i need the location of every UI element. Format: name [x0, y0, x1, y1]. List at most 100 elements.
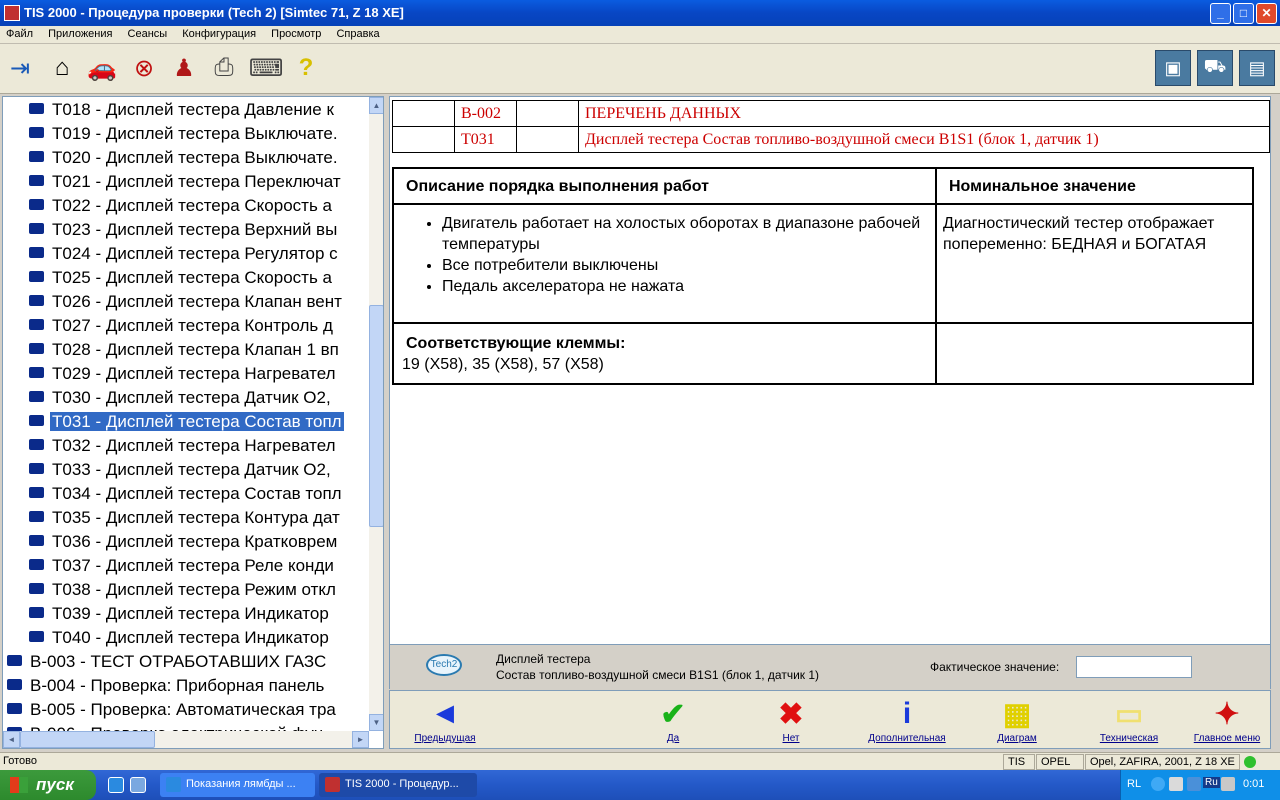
tree-item[interactable]: T034 - Дисплей тестера Состав топл	[29, 482, 369, 506]
tis-module-icon[interactable]: ▤	[1239, 50, 1275, 86]
status-segment-vehicle: Opel, ZAFIRA, 2001, Z 18 XE	[1085, 754, 1240, 770]
tree-item-label: T035 - Дисплей тестера Контура дат	[52, 508, 340, 527]
no-icon: ✖	[778, 697, 804, 731]
minimize-button[interactable]: _	[1210, 3, 1231, 24]
no-button[interactable]: ✖ Нет	[736, 695, 846, 748]
menu-help[interactable]: Справка	[330, 26, 385, 40]
scroll-thumb-horizontal[interactable]	[20, 731, 155, 748]
scroll-thumb[interactable]	[369, 305, 383, 527]
status-bar: Готово TIS OPEL Opel, ZAFIRA, 2001, Z 18…	[0, 752, 1280, 770]
menu-file[interactable]: Файл	[0, 26, 39, 40]
procedure-tree[interactable]: T018 - Дисплей тестера Давление к T019 - …	[2, 96, 384, 749]
main-menu-button[interactable]: ✦ Главное меню	[1172, 695, 1270, 748]
tree-item[interactable]: T022 - Дисплей тестера Скорость а	[29, 194, 369, 218]
tree-item[interactable]: T019 - Дисплей тестера Выключате.	[29, 122, 369, 146]
task-lambda-readings[interactable]: Показания лямбды ...	[160, 773, 315, 797]
tree-item-label: T020 - Дисплей тестера Выключате.	[52, 148, 338, 167]
tree-item[interactable]: T040 - Дисплей тестера Индикатор	[29, 626, 369, 650]
vehicle-icon[interactable]: 🚗	[86, 52, 118, 84]
folder-icon	[29, 343, 44, 355]
folder-icon	[29, 535, 44, 547]
tree-item[interactable]: B-003 - ТЕСТ ОТРАБОТАВШИХ ГАЗС	[7, 650, 369, 674]
technical-info-button[interactable]: ▭ Техническая	[1074, 695, 1184, 748]
tree-horizontal-scrollbar[interactable]: ◄ ►	[3, 731, 369, 748]
yes-button[interactable]: ✔ Да	[618, 695, 728, 748]
section-code: B-002	[454, 100, 517, 127]
tree-item[interactable]: B-005 - Проверка: Автоматическая тра	[7, 698, 369, 722]
tree-item[interactable]: T025 - Дисплей тестера Скорость а	[29, 266, 369, 290]
stop-icon[interactable]: ⊗	[128, 52, 160, 84]
additional-info-button[interactable]: i Дополнительная	[852, 695, 962, 748]
main-menu-icon: ✦	[1214, 697, 1240, 731]
nav-button-label: Предыдущая	[414, 733, 476, 744]
nominal-value: Диагностический тестер отображает попере…	[935, 203, 1254, 324]
ie-icon	[166, 777, 181, 792]
tree-item[interactable]: B-004 - Проверка: Приборная панель	[7, 674, 369, 698]
tree-item[interactable]: T018 - Дисплей тестера Давление к	[29, 98, 369, 122]
additional-info-icon: i	[902, 697, 912, 730]
vehicle-diagnostics-icon[interactable]: ⛟	[1197, 50, 1233, 86]
tree-item[interactable]: T026 - Дисплей тестера Клапан вент	[29, 290, 369, 314]
explorer-quicklaunch-icon[interactable]	[130, 777, 146, 793]
tree-item[interactable]: T037 - Дисплей тестера Реле конди	[29, 554, 369, 578]
home-icon[interactable]: ⌂	[46, 52, 78, 84]
menu-view[interactable]: Просмотр	[265, 26, 327, 40]
tree-item[interactable]: T023 - Дисплей тестера Верхний вы	[29, 218, 369, 242]
ie-quicklaunch-icon[interactable]	[108, 777, 124, 793]
tray-volume-icon[interactable]	[1221, 777, 1235, 791]
menu-applications[interactable]: Приложения	[42, 26, 118, 40]
actual-value-input[interactable]	[1076, 656, 1192, 678]
tester-display-icon: Tech2	[426, 654, 462, 676]
nav-button-label: Главное меню	[1193, 733, 1261, 744]
keyboard-layout-indicator[interactable]: Ru	[1203, 777, 1220, 788]
help-icon[interactable]: ?	[290, 52, 322, 84]
previous-button[interactable]: ◄ Предыдущая	[390, 695, 500, 748]
keyboard-icon[interactable]: ⌨	[249, 52, 284, 84]
tray-network-icon[interactable]	[1169, 777, 1183, 791]
print-icon[interactable]: ⎙	[208, 52, 240, 84]
tree-item[interactable]: T036 - Дисплей тестера Кратковрем	[29, 530, 369, 554]
tree-item-label: T037 - Дисплей тестера Реле конди	[52, 556, 334, 575]
tree-item[interactable]: T028 - Дисплей тестера Клапан 1 вп	[29, 338, 369, 362]
folder-icon	[29, 271, 44, 283]
folder-icon	[7, 703, 22, 715]
tree-vertical-scrollbar[interactable]: ▲ ▼	[369, 97, 383, 731]
tree-item[interactable]: T039 - Дисплей тестера Индикатор	[29, 602, 369, 626]
tree-item[interactable]: T038 - Дисплей тестера Режим откл	[29, 578, 369, 602]
tree-item[interactable]: T030 - Дисплей тестера Датчик O2,	[29, 386, 369, 410]
exit-icon[interactable]: ⇥	[4, 52, 36, 84]
scroll-down-icon[interactable]: ▼	[369, 714, 383, 731]
language-indicator[interactable]: RL	[1127, 778, 1141, 790]
scroll-up-icon[interactable]: ▲	[369, 97, 383, 114]
tree-item[interactable]: T032 - Дисплей тестера Нагревател	[29, 434, 369, 458]
tree-item-label: T028 - Дисплей тестера Клапан 1 вп	[52, 340, 339, 359]
steps-list: Двигатель работает на холостых оборотах …	[394, 205, 935, 313]
tree-item-label: T033 - Дисплей тестера Датчик O2,	[52, 460, 331, 479]
maximize-button[interactable]: □	[1233, 3, 1254, 24]
tech2-icon[interactable]: ▣	[1155, 50, 1191, 86]
folder-icon	[7, 679, 22, 691]
tree-item[interactable]: T020 - Дисплей тестера Выключате.	[29, 146, 369, 170]
tray-antivirus-icon[interactable]	[1187, 777, 1201, 791]
tray-chevron-icon[interactable]	[1151, 777, 1165, 791]
task-tis2000[interactable]: TIS 2000 - Процедур...	[319, 773, 477, 797]
tree-item[interactable]: T024 - Дисплей тестера Регулятор с	[29, 242, 369, 266]
folder-icon	[29, 583, 44, 595]
tree-item[interactable]: T029 - Дисплей тестера Нагревател	[29, 362, 369, 386]
menu-sessions[interactable]: Сеансы	[122, 26, 174, 40]
tree-item-label: T027 - Дисплей тестера Контроль д	[52, 316, 333, 335]
schematic-button[interactable]: ▦ Диаграм	[962, 695, 1072, 748]
tree-item[interactable]: T033 - Дисплей тестера Датчик O2,	[29, 458, 369, 482]
tree-item[interactable]: T021 - Дисплей тестера Переключат	[29, 170, 369, 194]
scroll-right-icon[interactable]: ►	[352, 731, 369, 748]
menu-configuration[interactable]: Конфигурация	[176, 26, 262, 40]
scroll-left-icon[interactable]: ◄	[3, 731, 20, 748]
person-icon[interactable]: ♟	[168, 52, 200, 84]
tree-item[interactable]: T027 - Дисплей тестера Контроль д	[29, 314, 369, 338]
tis-app-icon	[325, 777, 340, 792]
tree-item[interactable]: T035 - Дисплей тестера Контура дат	[29, 506, 369, 530]
start-button[interactable]: пуск	[0, 770, 96, 800]
close-button[interactable]: ✕	[1256, 3, 1277, 24]
tree-item-selected[interactable]: T031 - Дисплей тестера Состав топл	[29, 410, 369, 434]
folder-icon	[7, 655, 22, 667]
